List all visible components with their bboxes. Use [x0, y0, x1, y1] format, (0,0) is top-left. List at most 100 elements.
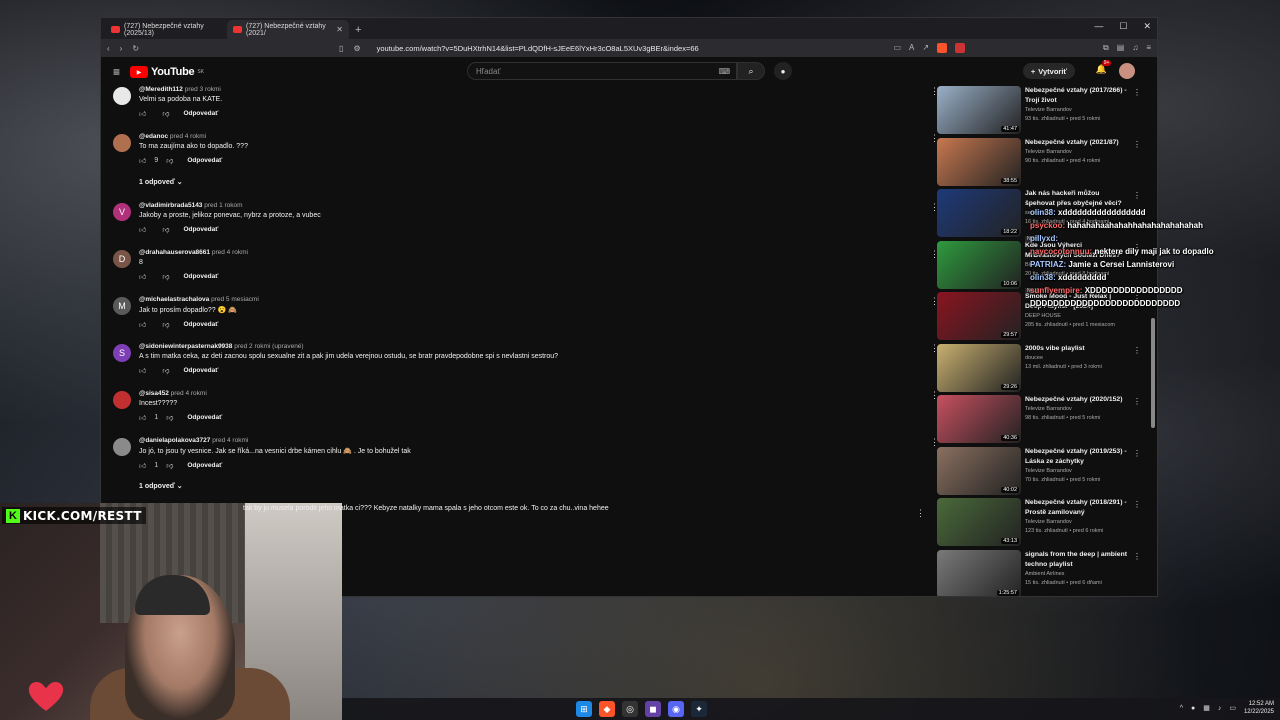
account-avatar[interactable] — [1119, 63, 1135, 79]
translate-icon[interactable]: A — [909, 43, 914, 53]
chat-username[interactable]: PATRIAZ: — [1030, 260, 1066, 269]
chat-username[interactable]: naycocotonnuu: — [1030, 247, 1092, 256]
like-icon[interactable]: 👍︎ — [139, 272, 146, 281]
minimize-icon[interactable]: — — [1094, 21, 1103, 32]
comment-author[interactable]: @danielapolakova3727 — [139, 437, 210, 444]
chat-username[interactable]: pillyxd: — [1030, 234, 1058, 243]
reply-button[interactable]: Odpovedať — [187, 157, 222, 164]
brave-shield-icon[interactable] — [937, 43, 948, 53]
video-channel[interactable]: doucee — [1025, 354, 1129, 363]
cast-icon[interactable]: ▭ — [893, 43, 901, 53]
video-thumbnail[interactable]: 1:25:57 — [937, 549, 1021, 596]
video-channel[interactable]: DEEP HOUSE — [1025, 312, 1129, 321]
chat-username[interactable]: psyckoo: — [1030, 221, 1065, 230]
comment-time[interactable]: pred 5 mesiacmi — [211, 296, 259, 303]
close-icon[interactable]: ✕ — [336, 25, 343, 34]
media-icon[interactable]: ♫ — [1132, 43, 1138, 53]
video-menu-icon[interactable]: ⋮ — [1133, 140, 1141, 149]
chat-username[interactable]: sunflyempire: — [1030, 286, 1082, 295]
comment-avatar[interactable] — [113, 438, 131, 456]
mic-tray-icon[interactable]: ● — [1191, 705, 1195, 712]
video-channel[interactable]: Televize Barrandov — [1025, 148, 1129, 157]
comment-avatar[interactable]: S — [113, 344, 131, 362]
video-title[interactable]: signals from the deep | ambient techno p… — [1025, 550, 1129, 570]
comment-author[interactable]: @edanoc — [139, 133, 168, 140]
like-icon[interactable]: 👍︎ — [139, 461, 146, 470]
discord-icon[interactable]: ◉ — [668, 701, 684, 717]
youtube-logo[interactable]: ▶ YouTube SK — [130, 66, 204, 78]
chat-username[interactable]: olin38: — [1030, 208, 1056, 217]
comment-avatar[interactable]: V — [113, 203, 131, 221]
comment-author[interactable]: @sisa452 — [139, 390, 169, 397]
comment-time[interactable]: pred 3 rokmi — [185, 86, 221, 93]
reply-button[interactable]: Odpovedať — [183, 226, 218, 233]
comment-time[interactable]: pred 4 rokmi — [171, 390, 207, 397]
comment-avatar[interactable]: M — [113, 297, 131, 315]
rewards-icon[interactable] — [955, 43, 966, 53]
search-button[interactable]: ⌕ — [737, 62, 765, 80]
comment-author[interactable]: @michaelastrachalova — [139, 296, 209, 303]
like-icon[interactable]: 👍︎ — [139, 156, 146, 165]
comment-avatar[interactable] — [113, 134, 131, 152]
video-thumbnail[interactable]: 29:26 — [937, 343, 1021, 392]
reply-button[interactable]: Odpovedať — [187, 462, 222, 469]
hamburger-menu-icon[interactable]: ≡ — [113, 65, 120, 79]
reply-button[interactable]: Odpovedať — [183, 367, 218, 374]
video-title[interactable]: Nebezpečné vztahy (2020/152) — [1025, 395, 1129, 405]
comment-author[interactable]: @vladimirbrada5143 — [139, 202, 202, 209]
video-title[interactable]: Jak nás hackeři můžou špehovat přes obyč… — [1025, 189, 1129, 209]
forward-icon[interactable]: › — [120, 44, 123, 53]
menu-icon[interactable]: ≡ — [1146, 43, 1151, 53]
show-replies-button[interactable]: 1 odpoveď ⌄ — [139, 178, 933, 192]
related-video[interactable]: 1:25:57 signals from the deep | ambient … — [937, 549, 1141, 596]
steam-icon[interactable]: ✦ — [691, 701, 707, 717]
reply-button[interactable]: Odpovedať — [183, 321, 218, 328]
tray-chevron-icon[interactable]: ^ — [1180, 705, 1183, 712]
like-icon[interactable]: 👍︎ — [139, 320, 146, 329]
video-menu-icon[interactable]: ⋮ — [1133, 191, 1141, 200]
video-menu-icon[interactable]: ⋮ — [1133, 397, 1141, 406]
obs-icon[interactable]: ◎ — [622, 701, 638, 717]
video-channel[interactable]: Televize Barrandov — [1025, 518, 1129, 527]
video-thumbnail[interactable]: 41:47 — [937, 86, 1021, 134]
keyboard-icon[interactable]: ⌨ — [718, 67, 730, 76]
comment-time[interactable]: pred 4 rokmi — [212, 249, 248, 256]
video-thumbnail[interactable]: 38:55 — [937, 137, 1021, 186]
notifications-button[interactable]: 🔔 9+ — [1096, 60, 1112, 75]
video-title[interactable]: 2000s vibe playlist — [1025, 344, 1129, 354]
dislike-icon[interactable]: 👎︎ — [166, 156, 173, 165]
comment-avatar[interactable]: D — [113, 250, 131, 268]
reply-button[interactable]: Odpovedať — [183, 273, 218, 280]
video-channel[interactable]: Televize Barrandov — [1025, 106, 1129, 115]
voice-search-button[interactable]: ● — [774, 62, 792, 80]
site-info-icon[interactable]: ⚙ — [353, 44, 360, 53]
dislike-icon[interactable]: 👎︎ — [162, 366, 169, 375]
dislike-icon[interactable]: 👎︎ — [162, 225, 169, 234]
tab-2[interactable]: (727) Nebezpečné vztahy (2021/ ✕ — [227, 20, 349, 39]
dislike-icon[interactable]: 👎︎ — [166, 413, 173, 422]
video-menu-icon[interactable]: ⋮ — [1133, 346, 1141, 355]
video-title[interactable]: Nebezpečné vztahy (2017/266) - Trojí živ… — [1025, 86, 1129, 106]
show-replies-button[interactable]: 1 odpoveď ⌄ — [139, 482, 933, 496]
related-video[interactable]: 29:26 2000s vibe playlist doucee 13 mil.… — [937, 343, 1141, 396]
video-channel[interactable]: Televize Barrandov — [1025, 405, 1129, 414]
dislike-icon[interactable]: 👎︎ — [162, 320, 169, 329]
volume-icon[interactable]: ♪ — [1218, 705, 1222, 712]
extensions-icon[interactable]: ⧉ — [1103, 43, 1109, 53]
comment-time[interactable]: pred 4 rokmi — [212, 437, 248, 444]
comment-time[interactable]: pred 4 rokmi — [170, 133, 206, 140]
page-scrollbar[interactable] — [1151, 318, 1155, 428]
network-icon[interactable]: ▦ — [1203, 704, 1210, 712]
back-icon[interactable]: ‹ — [107, 44, 110, 53]
comment-author[interactable]: @Meredith112 — [139, 86, 183, 93]
video-menu-icon[interactable]: ⋮ — [1133, 449, 1141, 458]
twitch-icon[interactable]: ◼ — [645, 701, 661, 717]
video-title[interactable]: Nebezpečné vztahy (2021/87) — [1025, 138, 1129, 148]
reply-button[interactable]: Odpovedať — [187, 414, 222, 421]
windows-start-icon[interactable]: ⊞ — [576, 701, 592, 717]
video-thumbnail[interactable]: 40:36 — [937, 395, 1021, 443]
video-channel[interactable]: Televize Barrandov — [1025, 467, 1129, 476]
video-thumbnail[interactable]: 29:57 — [937, 292, 1021, 340]
related-video[interactable]: 38:55 Nebezpečné vztahy (2021/87) Televi… — [937, 137, 1141, 190]
video-menu-icon[interactable]: ⋮ — [1133, 500, 1141, 509]
